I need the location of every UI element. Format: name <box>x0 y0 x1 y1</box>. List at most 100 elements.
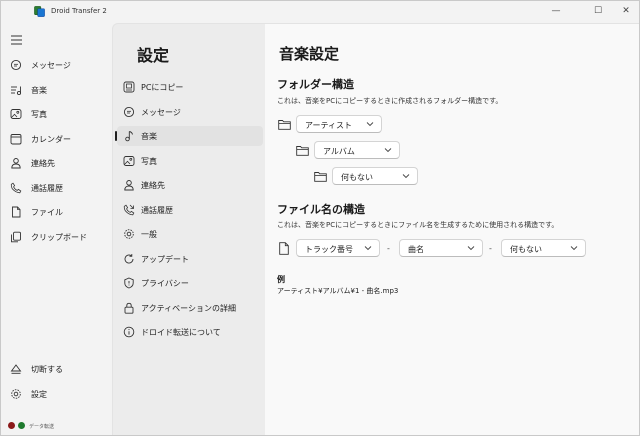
photo-icon <box>123 156 135 166</box>
music-icon <box>11 86 22 96</box>
nav-item-calendar[interactable]: カレンダー <box>1 129 112 149</box>
update-icon <box>124 254 134 264</box>
settings-item-label: PCにコピー <box>141 83 184 92</box>
minimize-button[interactable]: — <box>538 1 574 21</box>
music-settings-content: 音楽設定 フォルダー構造 これは、音楽をPCにコピーするときに作成されるフォルダ… <box>265 23 639 435</box>
settings-item-general[interactable]: 一般 <box>117 224 263 244</box>
settings-item-music[interactable]: 音楽 <box>115 126 263 146</box>
settings-item-contacts[interactable]: 連絡先 <box>117 175 263 195</box>
filename-part-3-value: 何もない <box>510 245 542 254</box>
message-icon <box>10 59 22 71</box>
chevron-down-icon <box>570 246 578 251</box>
folder-level-1-dropdown[interactable]: アーティスト <box>296 115 382 133</box>
message-icon <box>123 106 135 118</box>
folder-level-1-value: アーティスト <box>305 121 353 130</box>
page-title: 音楽設定 <box>279 45 340 63</box>
folder-icon <box>296 146 309 156</box>
shield-icon <box>124 277 134 289</box>
pc-copy-icon <box>123 81 135 93</box>
disconnect-button[interactable]: 切断する <box>1 359 112 379</box>
app-window: Droid Transfer 2 — ☐ ✕ メッセージ 音楽 写真 カレンダー <box>0 0 640 436</box>
folder-icon <box>314 172 327 182</box>
example-path: アーティスト¥アルバム¥1 - 曲名.mp3 <box>277 287 399 295</box>
settings-pane: 設定 PCにコピー メッセージ 音楽 写真 連絡先 通話履歴 一般 アップデート… <box>112 23 265 435</box>
folder-structure-title: フォルダー構造 <box>277 78 354 91</box>
nav-item-clipboard[interactable]: クリップボード <box>1 227 112 247</box>
nav-item-label: 設定 <box>31 390 47 399</box>
main-nav: メッセージ 音楽 写真 カレンダー 連絡先 通話履歴 ファイル クリップボード <box>1 23 112 435</box>
folder-level-3-dropdown[interactable]: 何もない <box>332 167 418 185</box>
nav-item-files[interactable]: ファイル <box>1 202 112 222</box>
folder-icon <box>278 120 291 130</box>
settings-item-label: プライバシー <box>141 279 189 288</box>
gear-icon <box>124 229 134 239</box>
nav-item-call-history[interactable]: 通話履歴 <box>1 178 112 198</box>
settings-item-label: ドロイド転送について <box>141 328 221 337</box>
filename-separator: - <box>489 244 492 253</box>
title-bar: Droid Transfer 2 — ☐ ✕ <box>1 1 639 23</box>
file-icon <box>279 242 289 255</box>
settings-item-label: 連絡先 <box>141 181 165 190</box>
folder-level-2-dropdown[interactable]: アルバム <box>314 141 400 159</box>
filename-part-2-dropdown[interactable]: 曲名 <box>399 239 483 257</box>
settings-title: 設定 <box>137 46 170 65</box>
settings-item-update[interactable]: アップデート <box>117 249 263 269</box>
chevron-down-icon <box>402 174 410 179</box>
settings-item-pc-copy[interactable]: PCにコピー <box>117 77 263 97</box>
connection-status <box>8 422 25 429</box>
settings-item-about[interactable]: ドロイド転送について <box>117 322 263 342</box>
nav-item-label: 音楽 <box>31 86 47 95</box>
status-text: データ転送 <box>29 424 55 430</box>
gear-icon <box>11 389 21 399</box>
settings-item-label: 写真 <box>141 157 157 166</box>
filename-part-3-dropdown[interactable]: 何もない <box>501 239 586 257</box>
filename-part-1-dropdown[interactable]: トラック番号 <box>296 239 380 257</box>
nav-item-messages[interactable]: メッセージ <box>1 55 112 75</box>
settings-item-photos[interactable]: 写真 <box>117 151 263 171</box>
chevron-down-icon <box>384 148 392 153</box>
music-note-icon <box>125 131 133 142</box>
active-indicator <box>115 131 117 141</box>
settings-item-messages[interactable]: メッセージ <box>117 102 263 122</box>
eject-icon <box>10 364 22 374</box>
settings-item-label: 音楽 <box>141 132 157 141</box>
nav-item-label: ファイル <box>31 208 63 217</box>
settings-item-call-history[interactable]: 通話履歴 <box>117 200 263 220</box>
folder-structure-description: これは、音楽をPCにコピーするときに作成されるフォルダー構造です。 <box>277 97 503 105</box>
status-dot-red <box>8 422 15 429</box>
settings-item-activation[interactable]: アクティベーションの詳細 <box>117 298 263 318</box>
settings-item-privacy[interactable]: プライバシー <box>117 273 263 293</box>
filename-structure-description: これは、音楽をPCにコピーするときにファイル名を生成するために使用される構造です… <box>277 221 559 229</box>
nav-item-label: 写真 <box>31 110 47 119</box>
settings-item-label: 一般 <box>141 230 157 239</box>
nav-item-label: カレンダー <box>31 135 71 144</box>
photo-icon <box>10 109 22 119</box>
app-logo-icon <box>34 6 45 17</box>
nav-item-photos[interactable]: 写真 <box>1 104 112 124</box>
nav-item-music[interactable]: 音楽 <box>1 80 112 100</box>
nav-item-label: クリップボード <box>31 233 87 242</box>
app-title: Droid Transfer 2 <box>51 7 107 15</box>
filename-separator: - <box>387 244 390 253</box>
filename-part-2-value: 曲名 <box>408 245 424 254</box>
close-button[interactable]: ✕ <box>608 1 639 21</box>
chevron-down-icon <box>366 122 374 127</box>
phone-history-icon <box>123 204 135 216</box>
folder-level-3-value: 何もない <box>341 173 373 182</box>
settings-item-label: メッセージ <box>141 108 181 117</box>
file-icon <box>12 206 21 218</box>
folder-level-2-value: アルバム <box>323 147 355 156</box>
settings-item-label: アップデート <box>141 255 189 264</box>
disconnect-label: 切断する <box>31 365 63 374</box>
example-label: 例 <box>277 275 285 284</box>
chevron-down-icon <box>364 246 372 251</box>
nav-item-contacts[interactable]: 連絡先 <box>1 153 112 173</box>
info-icon <box>123 326 135 338</box>
filename-structure-title: ファイル名の構造 <box>277 203 365 216</box>
contact-icon <box>124 180 134 191</box>
contact-icon <box>11 158 21 169</box>
settings-item-label: アクティベーションの詳細 <box>141 304 236 313</box>
status-dot-green <box>18 422 25 429</box>
nav-item-settings[interactable]: 設定 <box>1 384 112 404</box>
hamburger-menu-icon[interactable] <box>11 35 23 45</box>
